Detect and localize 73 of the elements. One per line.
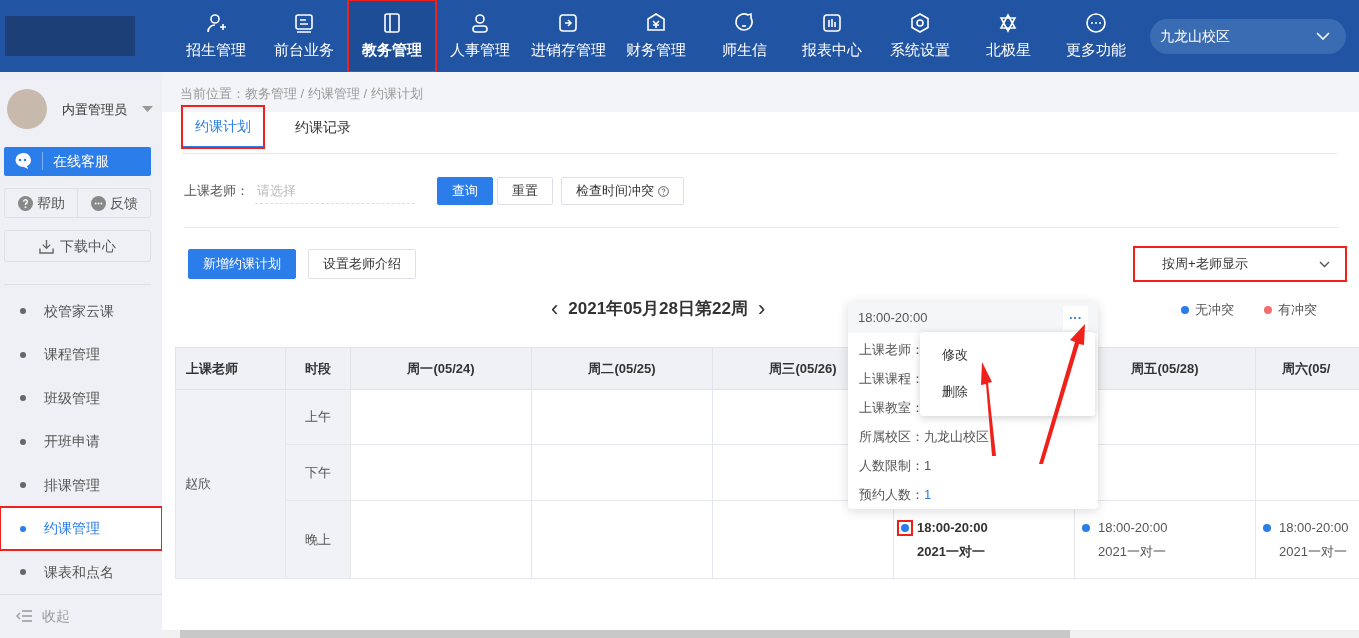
filter-label: 上课老师： [184,182,249,201]
info-text: 预约人数：1 [859,485,932,504]
collapse-icon [16,610,32,623]
filter-button[interactable]: 查询 [437,177,493,205]
chat-bubble-icon [90,195,106,211]
action-button[interactable]: 设置老师介绍 [308,249,416,279]
bullet-icon [20,308,26,315]
chevron-down-icon [1319,260,1330,268]
column-header: 周二(05/25) [531,347,713,390]
more-button[interactable]: ··· [1063,305,1088,330]
sidebar-item[interactable]: 开班申请 [0,419,162,464]
view-select[interactable]: 按周+老师显示 [1134,247,1346,281]
nav-item[interactable]: 师生信 [700,0,788,72]
info-text: 所属校区：九龙山校区 [859,427,989,446]
chat-icon [14,152,32,171]
bullet-icon [20,438,26,445]
bullet-icon [20,569,26,576]
bullet-icon [20,482,26,489]
action-button[interactable]: 新增约课计划 [188,249,296,279]
tab[interactable]: 约课计划 [182,106,264,148]
filter-button[interactable]: 重置 [497,177,553,205]
teacher-cell: 赵欣 [175,389,286,579]
legend-item: 有冲突 [1264,300,1317,320]
column-header: 周一(05/24) [350,347,532,390]
help-icon [17,195,33,211]
bullet-icon [20,395,26,402]
week-title: 2021年05月28日第22周 [568,298,748,321]
nav-item[interactable]: 前台业务 [260,0,348,72]
info-text: 人数限制：1 [859,456,932,475]
period-cell: 晚上 [285,500,351,579]
help-button[interactable]: 帮助 [5,188,77,218]
breadcrumb: 当前位置：教务管理 / 约课管理 / 约课计划 [180,86,423,101]
gear-icon [908,10,932,35]
more-icon [1084,10,1108,35]
sidebar-item[interactable]: 课程管理 [0,332,162,377]
nav-item[interactable]: 报表中心 [788,0,876,72]
download-icon [39,238,54,254]
online-service-button[interactable]: 在线客服 [4,146,151,176]
avatar[interactable] [7,89,47,130]
nav-item[interactable]: 人事管理 [436,0,524,72]
next-week-button[interactable]: › [753,298,770,320]
legend-item: 无冲突 [1181,300,1234,320]
campus-select[interactable]: 九龙山校区 [1150,18,1346,54]
nav-item[interactable]: 进销存管理 [524,0,612,72]
sidebar-item[interactable]: 约课管理 [0,506,162,551]
nav-item[interactable]: 招生管理 [172,0,260,72]
column-header: 周六(05/ [1255,347,1359,390]
caret-icon[interactable] [142,105,153,113]
sidebar-item[interactable]: 班级管理 [0,376,162,420]
period-cell: 上午 [285,389,351,445]
nav-item[interactable]: 北极星 [964,0,1052,72]
nav-item[interactable]: 系统设置 [876,0,964,72]
nav-item[interactable]: 教务管理 [348,0,436,72]
user-name[interactable]: 内置管理员 [62,99,127,120]
help-icon [658,185,669,197]
tab[interactable]: 约课记录 [282,106,364,148]
sidebar-item[interactable]: 排课管理 [0,463,162,507]
popover-title: 18:00-20:00 [858,308,928,327]
column-header: 上课老师 [175,347,286,390]
check-conflict-button[interactable]: 检查时间冲突 [561,177,684,205]
nav-item[interactable]: 更多功能 [1052,0,1140,72]
column-header: 时段 [285,347,351,390]
download-center-button[interactable]: 下载中心 [4,230,151,263]
sidebar-item[interactable]: 课表和点名 [0,550,162,594]
nav-item[interactable]: 财务管理 [612,0,700,72]
scrollbar-thumb[interactable] [180,630,1070,638]
bullet-icon [20,351,26,358]
chevron-down-icon [1316,32,1330,40]
sidebar-item[interactable]: 校管家云课 [0,289,162,333]
bullet-icon [20,525,26,532]
feedback-button[interactable]: 反馈 [78,188,150,218]
period-cell: 下午 [285,444,351,501]
previous-week-button[interactable]: ‹ [547,298,563,320]
